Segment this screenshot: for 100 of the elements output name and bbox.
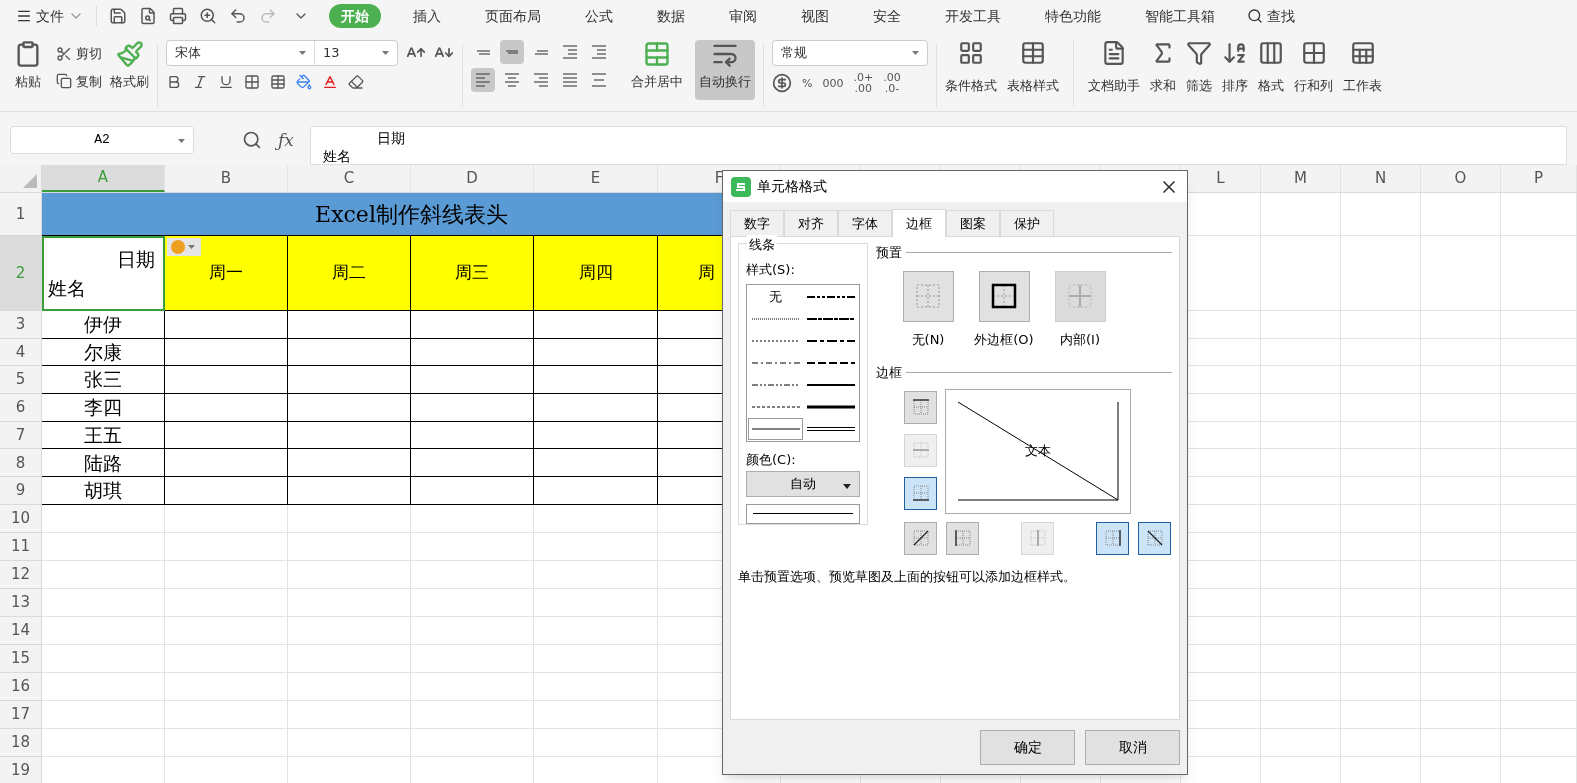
paste-button[interactable]: 粘贴: [8, 40, 48, 92]
table-cell[interactable]: 周四: [534, 236, 658, 311]
preset-button[interactable]: [978, 270, 1030, 322]
ribbon-button[interactable]: 筛选: [1186, 40, 1212, 106]
fill-color-icon[interactable]: [296, 74, 312, 90]
column-header[interactable]: O: [1421, 165, 1501, 192]
warning-icon[interactable]: [167, 238, 201, 256]
number-format-button[interactable]: .00 .0-: [883, 72, 901, 94]
table-cell[interactable]: [411, 394, 534, 422]
border-icon[interactable]: [244, 74, 260, 90]
table-cell[interactable]: 周二: [288, 236, 411, 311]
ribbon-tab[interactable]: 审阅: [717, 5, 769, 27]
ribbon-button[interactable]: 工作表: [1343, 40, 1382, 106]
number-format-button[interactable]: 000: [822, 77, 844, 89]
search-icon[interactable]: [242, 130, 262, 150]
redo-icon[interactable]: [259, 7, 277, 25]
row-header[interactable]: 12: [0, 560, 42, 589]
table-cell[interactable]: 王五: [42, 421, 165, 450]
dialog-tab[interactable]: 图案: [946, 210, 1000, 236]
table-cell[interactable]: [288, 311, 411, 339]
ribbon-tab[interactable]: 开发工具: [933, 5, 1013, 27]
table-cell[interactable]: 张三: [42, 366, 165, 395]
table-cell[interactable]: [288, 394, 411, 422]
ribbon-button[interactable]: 文档助手: [1088, 40, 1140, 106]
column-header[interactable]: N: [1341, 165, 1421, 192]
border-button[interactable]: [904, 521, 937, 555]
table-cell[interactable]: [534, 311, 658, 339]
row-header[interactable]: 3: [0, 311, 42, 339]
dialog-tab[interactable]: 数字: [730, 210, 784, 236]
ribbon-button[interactable]: 排序: [1222, 40, 1248, 106]
ribbon-button[interactable]: 格式: [1258, 40, 1284, 106]
row-header[interactable]: 10: [0, 504, 42, 533]
select-all-icon[interactable]: [23, 174, 37, 188]
copy-button[interactable]: 复制: [56, 71, 102, 91]
number-format-button[interactable]: .0+ .00: [853, 72, 874, 94]
table-cell[interactable]: [534, 477, 658, 505]
table-cell[interactable]: 胡琪: [42, 477, 165, 505]
row-header[interactable]: 11: [0, 532, 42, 561]
merge-button[interactable]: 合并居中: [627, 40, 687, 100]
table-cell[interactable]: 伊伊: [42, 311, 165, 339]
formula-field[interactable]: 日期 姓名: [309, 126, 1567, 165]
ribbon-tab[interactable]: 特色功能: [1033, 5, 1113, 27]
ribbon-tab[interactable]: 安全: [861, 5, 913, 27]
ribbon-button[interactable]: 行和列: [1294, 40, 1333, 106]
table-cell[interactable]: 周三: [411, 236, 534, 311]
row-header[interactable]: 14: [0, 616, 42, 645]
column-header[interactable]: E: [534, 165, 658, 192]
align-button[interactable]: [471, 68, 495, 92]
table-cell[interactable]: [165, 366, 288, 395]
row-header[interactable]: 19: [0, 756, 42, 783]
row-header[interactable]: 15: [0, 644, 42, 673]
table-cell[interactable]: [288, 421, 411, 450]
border-button[interactable]: [1138, 521, 1171, 555]
ribbon-tab[interactable]: 公式: [573, 5, 625, 27]
table-cell[interactable]: [288, 366, 411, 395]
column-header[interactable]: B: [165, 165, 288, 192]
border-button[interactable]: [904, 476, 937, 510]
search-button[interactable]: 查找: [1239, 5, 1303, 27]
table-cell[interactable]: [411, 338, 534, 367]
font-color-icon[interactable]: [322, 74, 338, 90]
row-header[interactable]: 4: [0, 338, 42, 367]
currency-icon[interactable]: [772, 73, 792, 93]
dialog-tab[interactable]: 对齐: [784, 210, 838, 236]
border-preview[interactable]: 文本: [945, 388, 1131, 514]
color-select[interactable]: 自动: [746, 471, 860, 497]
undo-icon[interactable]: [229, 7, 247, 25]
row-header[interactable]: 6: [0, 394, 42, 422]
cancel-button[interactable]: 取消: [1085, 730, 1180, 765]
row-header[interactable]: 9: [0, 477, 42, 505]
table-cell[interactable]: [165, 449, 288, 478]
row-header[interactable]: 7: [0, 421, 42, 450]
ribbon-tab[interactable]: 数据: [645, 5, 697, 27]
border-button[interactable]: [946, 521, 979, 555]
table-cell[interactable]: [534, 366, 658, 395]
table-cell[interactable]: [165, 394, 288, 422]
column-header[interactable]: M: [1261, 165, 1341, 192]
ribbon-button[interactable]: 求和: [1150, 40, 1176, 106]
dialog-tab[interactable]: 字体: [838, 210, 892, 236]
align-button[interactable]: [500, 40, 524, 64]
ribbon-button[interactable]: 条件格式: [945, 40, 997, 106]
cell-style-icon[interactable]: [270, 74, 286, 90]
table-cell[interactable]: [288, 449, 411, 478]
ribbon-button[interactable]: 表格样式: [1007, 40, 1059, 106]
row-header[interactable]: 17: [0, 700, 42, 729]
column-header[interactable]: D: [411, 165, 534, 192]
bold-icon[interactable]: [166, 74, 182, 90]
row-header[interactable]: 8: [0, 449, 42, 478]
dialog-tab[interactable]: 边框: [892, 209, 946, 237]
border-button[interactable]: [1096, 521, 1129, 555]
table-cell[interactable]: [534, 394, 658, 422]
ribbon-tab[interactable]: 智能工具箱: [1133, 5, 1227, 27]
print-icon[interactable]: [169, 7, 187, 25]
print-preview-icon[interactable]: [199, 7, 217, 25]
document-search-icon[interactable]: [139, 7, 157, 25]
row-header[interactable]: 1: [0, 193, 42, 236]
table-cell[interactable]: [411, 477, 534, 505]
table-cell[interactable]: [288, 338, 411, 367]
column-header[interactable]: C: [288, 165, 411, 192]
number-format-button[interactable]: %: [802, 77, 813, 89]
save-icon[interactable]: [109, 7, 127, 25]
